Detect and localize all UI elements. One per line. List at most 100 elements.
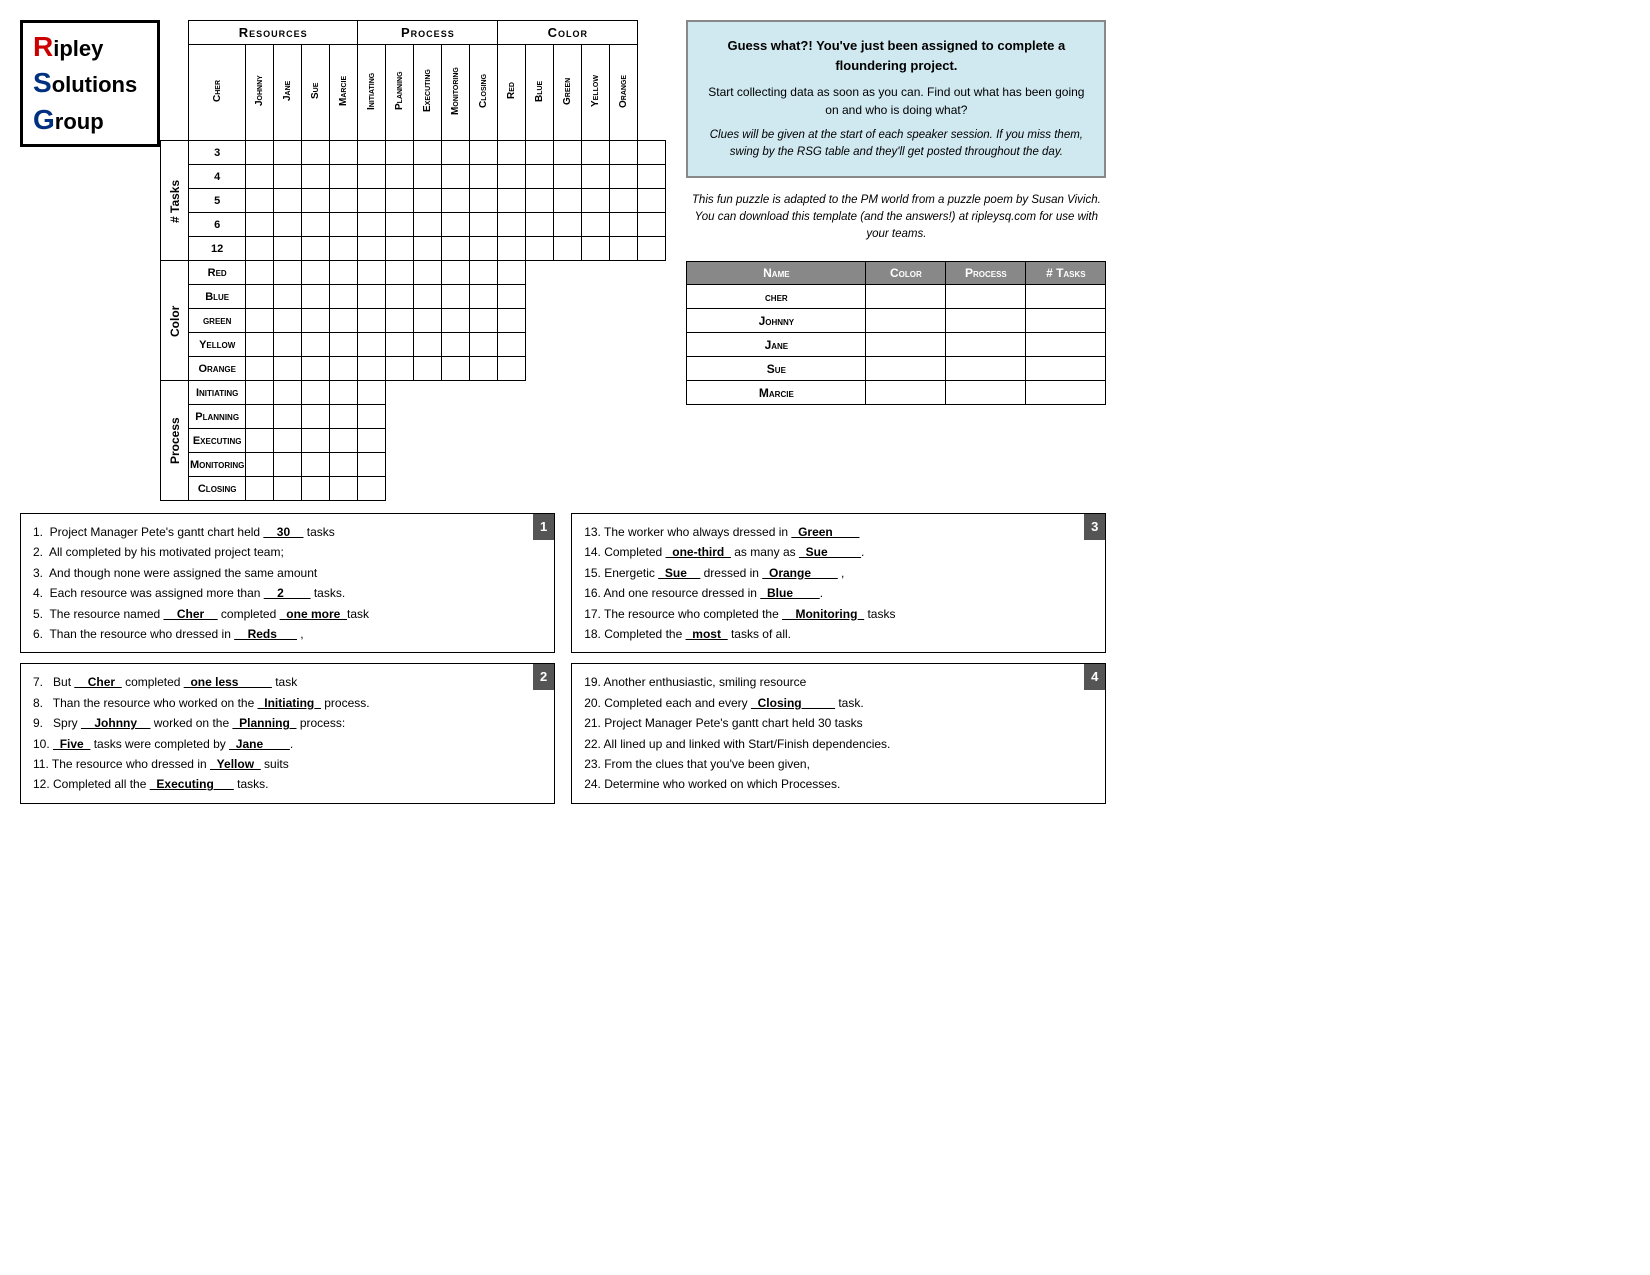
answer-color-marcie[interactable] — [866, 381, 946, 405]
clues-row-2: 2 7. But __Cher_ completed _one less____… — [20, 663, 1106, 803]
answer-row-sue: Sue — [687, 357, 1106, 381]
cell-task3-close[interactable] — [498, 141, 526, 165]
col-yellow: Yellow — [582, 45, 610, 141]
answer-process-cher[interactable] — [946, 285, 1026, 309]
color-header: Color — [498, 21, 638, 45]
logo-g: G — [33, 104, 55, 135]
color-label-green: green — [189, 309, 246, 333]
clue-1-line4: 4. Each resource was assigned more than … — [33, 583, 542, 603]
info-box-italic: Clues will be given at the start of each… — [704, 127, 1088, 162]
logo-line1: ipley — [53, 36, 103, 61]
cell-task3-marcie[interactable] — [358, 141, 386, 165]
cell-task3-orange[interactable] — [638, 141, 666, 165]
logo-s: S — [33, 67, 52, 98]
info-box: Guess what?! You've just been assigned t… — [686, 20, 1106, 178]
resources-header: Resources — [189, 21, 358, 45]
cell-task3-sue[interactable] — [330, 141, 358, 165]
color-row-yellow: Yellow — [161, 333, 666, 357]
clue-4-line1: 19. Another enthusiastic, smiling resour… — [584, 672, 1093, 692]
info-box-title: Guess what?! You've just been assigned t… — [704, 36, 1088, 75]
clue-number-4: 4 — [1084, 664, 1105, 690]
cell-task3-johnny[interactable] — [274, 141, 302, 165]
clue-4-line6: 24. Determine who worked on which Proces… — [584, 774, 1093, 794]
col-initiating: Initiating — [358, 45, 386, 141]
col-planning: Planning — [386, 45, 414, 141]
clue-3-line2: 14. Completed _one-third_ as many as _Su… — [584, 542, 1093, 562]
answer-process-marcie[interactable] — [946, 381, 1026, 405]
answer-name-sue: Sue — [687, 357, 866, 381]
process-row-close: Closing — [161, 477, 666, 501]
cell-task3-exec[interactable] — [442, 141, 470, 165]
answer-color-cher[interactable] — [866, 285, 946, 309]
clue-3-line4: 16. And one resource dressed in _Blue___… — [584, 583, 1093, 603]
col-johnny: Johnny — [246, 45, 274, 141]
color-section-label: Color — [161, 261, 189, 381]
process-label-mon: Monitoring — [189, 453, 246, 477]
answer-process-johnny[interactable] — [946, 309, 1026, 333]
answer-color-sue[interactable] — [866, 357, 946, 381]
cell-task3-mon[interactable] — [470, 141, 498, 165]
task-label-6: 6 — [189, 213, 246, 237]
col-red: Red — [498, 45, 526, 141]
clue-1-line6: 6. Than the resource who dressed in __Re… — [33, 624, 542, 644]
logo-line3: roup — [55, 109, 104, 134]
process-label-close: Closing — [189, 477, 246, 501]
col-orange: Orange — [610, 45, 638, 141]
answer-row-jane: Jane — [687, 333, 1106, 357]
clue-1-line2: 2. All completed by his motivated projec… — [33, 542, 542, 562]
answer-process-sue[interactable] — [946, 357, 1026, 381]
cell-task3-plan[interactable] — [414, 141, 442, 165]
main-grid: Resources Process Color Cher Johnny Jan — [160, 20, 666, 501]
info-box-body: Start collecting data as soon as you can… — [704, 83, 1088, 119]
clues-section: 1 1. Project Manager Pete's gantt chart … — [20, 513, 1106, 804]
answer-header-name: Name — [687, 262, 866, 285]
cell-task3-yellow[interactable] — [610, 141, 638, 165]
answer-tasks-cher[interactable] — [1026, 285, 1106, 309]
clue-3-line3: 15. Energetic _Sue__ dressed in _Orange_… — [584, 563, 1093, 583]
answer-tasks-johnny[interactable] — [1026, 309, 1106, 333]
task-label-5: 5 — [189, 189, 246, 213]
logo: Ripley Solutions Group — [20, 20, 160, 147]
cell-task3-jane[interactable] — [302, 141, 330, 165]
clue-2-line6: 12. Completed all the _Executing___ task… — [33, 774, 542, 794]
clue-1-line3: 3. And though none were assigned the sam… — [33, 563, 542, 583]
color-label-orange: Orange — [189, 357, 246, 381]
process-section-label: Process — [161, 381, 189, 501]
answer-color-jane[interactable] — [866, 333, 946, 357]
color-label-blue: Blue — [189, 285, 246, 309]
clue-4-line5: 23. From the clues that you've been give… — [584, 754, 1093, 774]
col-blue: Blue — [526, 45, 554, 141]
answer-color-johnny[interactable] — [866, 309, 946, 333]
task-row-4: 4 — [161, 165, 666, 189]
process-row-exec: Executing — [161, 429, 666, 453]
clue-2-line3: 9. Spry __Johnny__ worked on the _Planni… — [33, 713, 542, 733]
clue-box-2: 2 7. But __Cher_ completed _one less____… — [20, 663, 555, 803]
color-row-orange: Orange — [161, 357, 666, 381]
task-row-5: 5 — [161, 189, 666, 213]
col-marcie: Marcie — [330, 45, 358, 141]
col-executing: Executing — [414, 45, 442, 141]
cell-task3-init[interactable] — [386, 141, 414, 165]
answer-tasks-jane[interactable] — [1026, 333, 1106, 357]
answer-tasks-marcie[interactable] — [1026, 381, 1106, 405]
answer-process-jane[interactable] — [946, 333, 1026, 357]
cell-task3-green[interactable] — [582, 141, 610, 165]
cell-task3-blue[interactable] — [554, 141, 582, 165]
answer-row-cher: cher — [687, 285, 1106, 309]
color-row-blue: Blue — [161, 285, 666, 309]
task-label-4: 4 — [189, 165, 246, 189]
right-column: Guess what?! You've just been assigned t… — [686, 20, 1106, 405]
cell-task3-red[interactable] — [526, 141, 554, 165]
logo-r: R — [33, 31, 53, 62]
tasks-section-label: # Tasks — [161, 141, 189, 261]
clue-1-line1: 1. Project Manager Pete's gantt chart he… — [33, 522, 542, 542]
process-label-plan: Planning — [189, 405, 246, 429]
answer-tasks-sue[interactable] — [1026, 357, 1106, 381]
answer-name-jane: Jane — [687, 333, 866, 357]
clue-4-line3: 21. Project Manager Pete's gantt chart h… — [584, 713, 1093, 733]
clue-box-4: 4 19. Another enthusiastic, smiling reso… — [571, 663, 1106, 803]
cell-task3-cher[interactable] — [246, 141, 274, 165]
color-row-green: green — [161, 309, 666, 333]
task-row-12: 12 — [161, 237, 666, 261]
clue-2-line4: 10. _Five_ tasks were completed by _Jane… — [33, 734, 542, 754]
